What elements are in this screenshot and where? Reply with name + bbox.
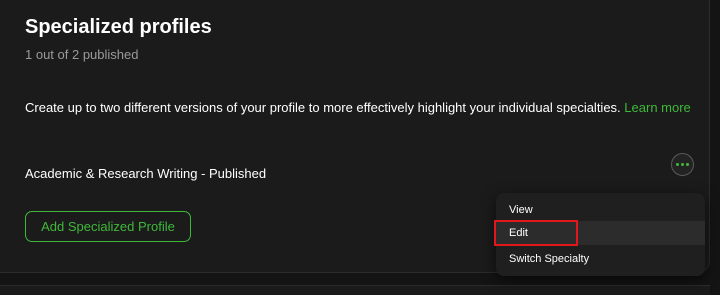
profile-name: Academic & Research Writing - Published: [25, 166, 267, 181]
description-text: Create up to two different versions of y…: [25, 100, 621, 115]
next-section-card: [0, 285, 710, 295]
section-title: Specialized profiles: [25, 16, 212, 38]
section-description: Create up to two different versions of y…: [25, 100, 691, 115]
more-options-button[interactable]: [671, 153, 694, 176]
publish-count: 1 out of 2 published: [25, 47, 139, 62]
menu-item-edit[interactable]: Edit: [496, 221, 705, 245]
add-specialized-profile-button[interactable]: Add Specialized Profile: [25, 211, 191, 242]
more-horizontal-icon: [676, 163, 689, 166]
learn-more-link[interactable]: Learn more: [624, 100, 690, 115]
profile-options-menu: View Edit Switch Specialty: [496, 193, 705, 276]
menu-item-view[interactable]: View: [496, 198, 705, 222]
menu-item-switch-specialty[interactable]: Switch Specialty: [496, 247, 705, 271]
